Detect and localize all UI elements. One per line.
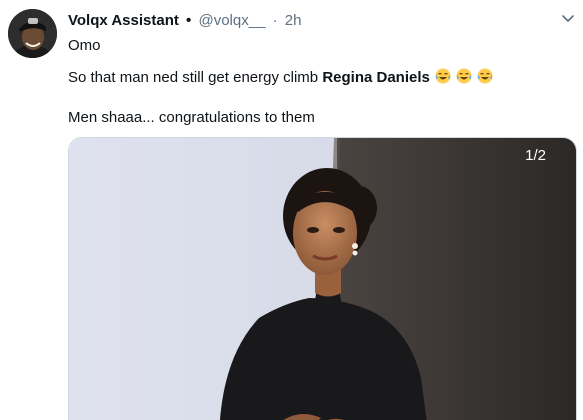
avatar[interactable] bbox=[8, 9, 57, 58]
author-name[interactable]: Volqx Assistant bbox=[68, 12, 179, 29]
tweet-time[interactable]: 2h bbox=[285, 12, 302, 29]
tweet-text-line-3: Men shaaa... congratulations to them bbox=[68, 109, 315, 126]
tweet-photo[interactable] bbox=[69, 138, 577, 420]
laughing-crying-emoji-icon bbox=[456, 68, 472, 84]
mention-name: Regina Daniels bbox=[322, 69, 430, 86]
media-counter: 1/2 bbox=[525, 147, 546, 164]
author-handle[interactable]: @volqx__ bbox=[198, 12, 265, 29]
tweet-header: Volqx Assistant • @volqx__ · 2h bbox=[68, 11, 301, 31]
laughing-crying-emoji-icon bbox=[477, 68, 493, 84]
time-separator: · bbox=[272, 12, 278, 29]
chevron-down-icon[interactable] bbox=[560, 10, 576, 26]
author-dot: • bbox=[186, 12, 192, 29]
tweet-text-line-2: So that man ned still get energy climb R… bbox=[68, 68, 493, 88]
laughing-crying-emoji-icon bbox=[435, 68, 451, 84]
tweet-text-prefix: So that man ned still get energy climb bbox=[68, 69, 319, 86]
tweet[interactable]: Volqx Assistant • @volqx__ · 2h Omo So t… bbox=[0, 0, 583, 420]
tweet-media[interactable]: 1/2 bbox=[68, 137, 577, 420]
tweet-text-line-1: Omo bbox=[68, 37, 101, 54]
avatar-image bbox=[8, 9, 57, 58]
